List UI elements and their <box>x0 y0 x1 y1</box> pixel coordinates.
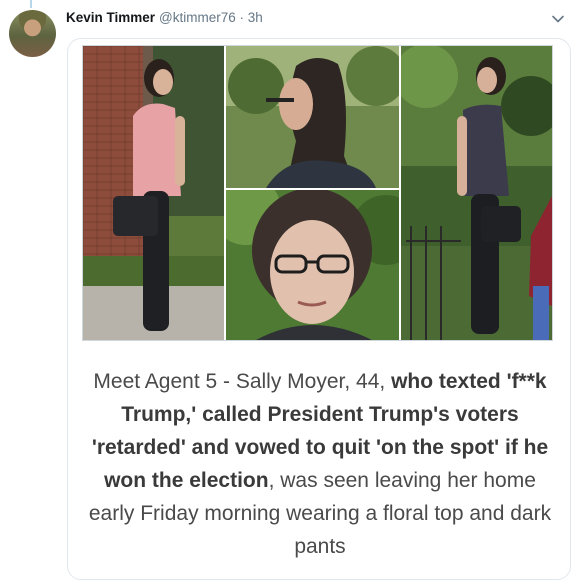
author-handle[interactable]: @ktimmer76 <box>159 10 236 25</box>
caption-intro: Meet Agent 5 - Sally Moyer, 44, <box>93 370 392 393</box>
tweet-media-card[interactable]: Meet Agent 5 - Sally Moyer, 44, who text… <box>67 38 571 580</box>
photo-collage[interactable] <box>82 45 553 341</box>
photo-woman-closeup-glasses[interactable] <box>226 190 399 340</box>
author-display-name[interactable]: Kevin Timmer <box>66 10 155 25</box>
photo-woman-walking-pink-top[interactable] <box>83 46 224 340</box>
article-caption[interactable]: Meet Agent 5 - Sally Moyer, 44, who text… <box>80 365 560 563</box>
chevron-down-icon[interactable] <box>551 12 565 26</box>
photo-woman-walking-dark-top[interactable] <box>401 46 552 340</box>
avatar[interactable] <box>9 10 56 57</box>
tweet-header: Kevin Timmer @ktimmer76 · 3h <box>66 10 263 25</box>
thread-line <box>30 0 32 8</box>
photo-woman-profile[interactable] <box>226 46 399 188</box>
tweet-timestamp[interactable]: · 3h <box>236 10 263 25</box>
